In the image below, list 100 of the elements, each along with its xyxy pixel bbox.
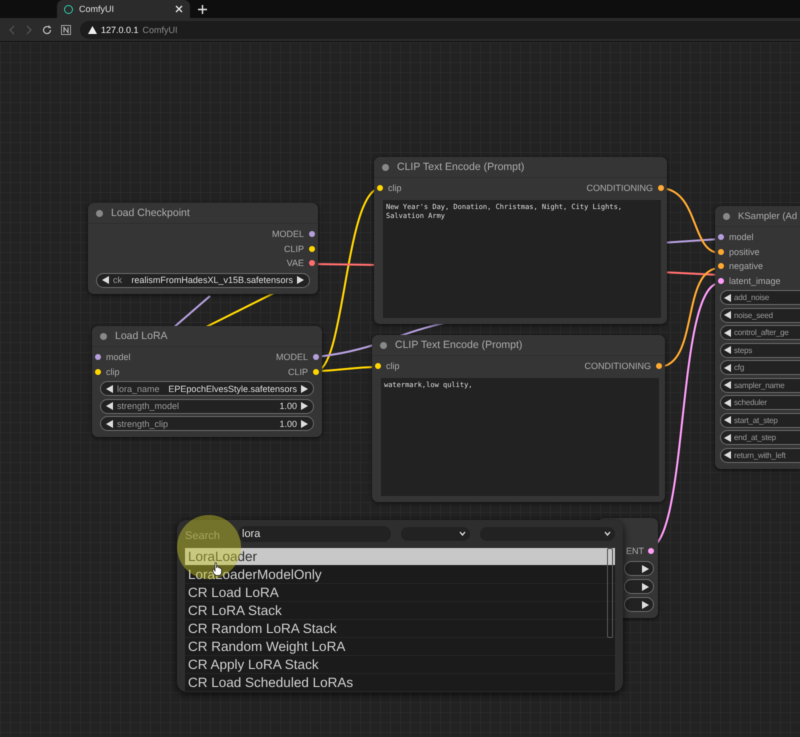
- widget-field[interactable]: lora_name EPEpochElvesStyle.safetensors: [100, 381, 314, 396]
- socket-label: model: [106, 352, 131, 362]
- output-socket-icon[interactable]: [309, 231, 315, 238]
- decrement-arrow-icon[interactable]: [106, 402, 113, 410]
- extension-icon[interactable]: [61, 24, 71, 34]
- node-card[interactable]: Load LoRA model MODEL clip CLIP lora_name EPEpochElvesStyle.safetensors strength_model 1.00 strength_clip 1.00: [92, 326, 322, 437]
- decrement-arrow-icon[interactable]: [724, 416, 731, 424]
- decrement-arrow-icon[interactable]: [724, 381, 731, 389]
- collapse-dot-icon[interactable]: [100, 332, 107, 340]
- result-item[interactable]: CR Load LoRA: [185, 584, 615, 602]
- input-socket-icon[interactable]: [718, 278, 724, 284]
- browser-tab[interactable]: ComfyUI: [57, 0, 190, 18]
- collapse-dot-icon[interactable]: [382, 164, 389, 170]
- decrement-arrow-icon[interactable]: [724, 434, 731, 442]
- decrement-arrow-icon[interactable]: [724, 311, 731, 319]
- widget-field[interactable]: return_with_left: [720, 448, 800, 462]
- decrement-arrow-icon[interactable]: [102, 276, 109, 284]
- widget-field[interactable]: add_noise: [720, 290, 800, 305]
- widget-field[interactable]: [624, 597, 654, 612]
- result-item[interactable]: CR Random Weight LoRA: [185, 638, 615, 656]
- decrement-arrow-icon[interactable]: [724, 328, 731, 336]
- socket-label: MODEL: [272, 229, 304, 240]
- increment-arrow-icon[interactable]: [301, 384, 308, 392]
- chevron-down-icon: [604, 531, 612, 536]
- widget-field[interactable]: strength_clip 1.00: [100, 416, 314, 431]
- widget-field[interactable]: sampler_name: [720, 378, 800, 392]
- widget-field[interactable]: steps: [720, 342, 800, 358]
- node-title: Load Checkpoint: [111, 207, 190, 219]
- widget-field[interactable]: cfg: [720, 360, 800, 375]
- reload-icon[interactable]: [42, 24, 52, 34]
- widget-field[interactable]: end_at_step: [720, 430, 800, 445]
- node-card[interactable]: KSampler (Ad model positive negative latent_image add_noise noise_seed control_after_ge steps cfg sampler_name scheduler start_at_step end_at_step return_with_left: [715, 206, 800, 468]
- socket-label: MODEL: [276, 352, 308, 362]
- address-field[interactable]: 127.0.0.1 ComfyUI: [80, 20, 800, 38]
- node-title: Load LoRA: [115, 330, 168, 342]
- socket-label: model: [729, 232, 754, 242]
- socket-label: clip: [388, 183, 402, 194]
- increment-arrow-icon[interactable]: [642, 582, 649, 591]
- output-socket-icon[interactable]: [656, 363, 662, 370]
- output-socket-icon[interactable]: [648, 548, 654, 554]
- chevron-down-icon: [458, 531, 466, 536]
- result-item[interactable]: CR Load Scheduled LoRAs: [185, 674, 615, 692]
- collapse-dot-icon[interactable]: [380, 342, 387, 348]
- decrement-arrow-icon[interactable]: [724, 398, 731, 406]
- input-socket-icon[interactable]: [95, 368, 101, 375]
- socket-label: positive: [729, 246, 760, 257]
- new-tab-icon[interactable]: [198, 4, 207, 14]
- decrement-arrow-icon[interactable]: [724, 294, 731, 302]
- widget-field[interactable]: noise_seed: [720, 308, 800, 322]
- input-socket-icon[interactable]: [718, 234, 724, 240]
- collapse-dot-icon[interactable]: [723, 212, 730, 220]
- widget-field[interactable]: start_at_step: [720, 412, 800, 428]
- widget-field[interactable]: [624, 579, 654, 594]
- socket-label: CONDITIONING: [584, 361, 651, 372]
- decrement-arrow-icon[interactable]: [106, 420, 113, 428]
- input-socket-icon[interactable]: [718, 263, 724, 270]
- socket-label: CONDITIONING: [586, 183, 653, 194]
- socket-label: negative: [729, 261, 764, 272]
- widget-field[interactable]: strength_model 1.00: [100, 398, 314, 414]
- decrement-arrow-icon[interactable]: [724, 364, 731, 372]
- increment-arrow-icon[interactable]: [301, 402, 308, 410]
- widget-field[interactable]: [624, 561, 654, 576]
- increment-arrow-icon[interactable]: [297, 276, 304, 284]
- node-title: CLIP Text Encode (Prompt): [397, 161, 524, 173]
- socket-label: ENT: [626, 546, 644, 556]
- node-canvas[interactable]: [0, 42, 800, 737]
- result-item[interactable]: CR Apply LoRA Stack: [185, 656, 615, 674]
- input-socket-icon[interactable]: [375, 363, 381, 370]
- collapse-dot-icon[interactable]: [96, 210, 103, 216]
- input-socket-icon[interactable]: [95, 354, 101, 360]
- node-title: CLIP Text Encode (Prompt): [395, 339, 522, 351]
- node-title: KSampler (Ad: [738, 210, 798, 222]
- socket-label: clip: [386, 361, 400, 372]
- close-icon[interactable]: [175, 5, 183, 13]
- input-socket-icon[interactable]: [718, 248, 724, 255]
- scrollbar[interactable]: [607, 548, 613, 638]
- node-card[interactable]: Load Checkpoint MODEL CLIP VAE ck realismFromHadesXL_v15B.safetensors: [88, 203, 318, 294]
- increment-arrow-icon[interactable]: [642, 600, 649, 609]
- increment-arrow-icon[interactable]: [301, 420, 308, 428]
- output-socket-icon[interactable]: [313, 354, 319, 360]
- input-socket-icon[interactable]: [377, 185, 383, 192]
- widget-field[interactable]: control_after_ge: [720, 325, 800, 340]
- output-socket-icon[interactable]: [313, 368, 319, 375]
- tab-title: ComfyUI: [79, 4, 116, 14]
- output-socket-icon[interactable]: [309, 246, 315, 252]
- output-socket-icon[interactable]: [309, 260, 315, 266]
- socket-label: CLIP: [284, 244, 304, 254]
- widget-field[interactable]: scheduler: [720, 395, 800, 410]
- result-item[interactable]: CR Random LoRA Stack: [185, 620, 615, 638]
- decrement-arrow-icon[interactable]: [724, 451, 731, 459]
- app-logo-icon: [64, 4, 73, 14]
- decrement-arrow-icon[interactable]: [724, 346, 731, 354]
- socket-label: CLIP: [288, 366, 308, 377]
- increment-arrow-icon[interactable]: [642, 564, 649, 573]
- widget-field[interactable]: ck realismFromHadesXL_v15B.safetensors: [96, 272, 310, 288]
- result-item[interactable]: CR LoRA Stack: [185, 602, 615, 620]
- decrement-arrow-icon[interactable]: [106, 384, 113, 392]
- output-socket-icon[interactable]: [658, 185, 664, 192]
- search-field[interactable]: lora: [238, 526, 392, 542]
- socket-label: VAE: [286, 258, 304, 268]
